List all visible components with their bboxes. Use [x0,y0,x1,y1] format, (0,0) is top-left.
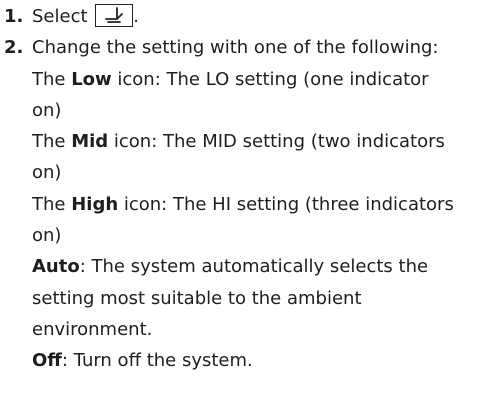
option-prefix: The [32,193,72,215]
option-description: : Turn off the system. [61,350,253,372]
option-prefix: The [32,68,72,90]
option-term: Mid [71,131,109,153]
instruction-document: 1. Select . 2. Change the setting with o… [0,0,478,377]
option-auto: Auto: The system automatically selects t… [32,251,454,345]
option-term: Low [71,68,112,90]
step-number: 2. [4,37,24,59]
option-term: Auto [32,256,80,278]
option-term: High [71,193,119,215]
step-body: Select . [32,1,478,32]
option-term: Off [32,350,62,372]
step-2: 2. Change the setting with one of the fo… [4,32,478,376]
option-off: Off: Turn off the system. [32,345,454,376]
option-high: The High icon: The HI setting (three ind… [32,189,454,252]
step-number: 1. [4,6,24,27]
option-mid: The Mid icon: The MID setting (two indic… [32,126,454,189]
step-intro: Change the setting with one of the follo… [32,37,439,59]
option-prefix: The [32,131,72,153]
step-text-end: . [133,6,139,27]
option-description: : The system automatically selects the s… [32,256,429,340]
step-text: Select [32,6,94,27]
seat-heater-icon [95,4,134,27]
option-low: The Low icon: The LO setting (one indica… [32,64,454,127]
step-1: 1. Select . [4,1,478,32]
step-body: Change the setting with one of the follo… [32,32,478,376]
